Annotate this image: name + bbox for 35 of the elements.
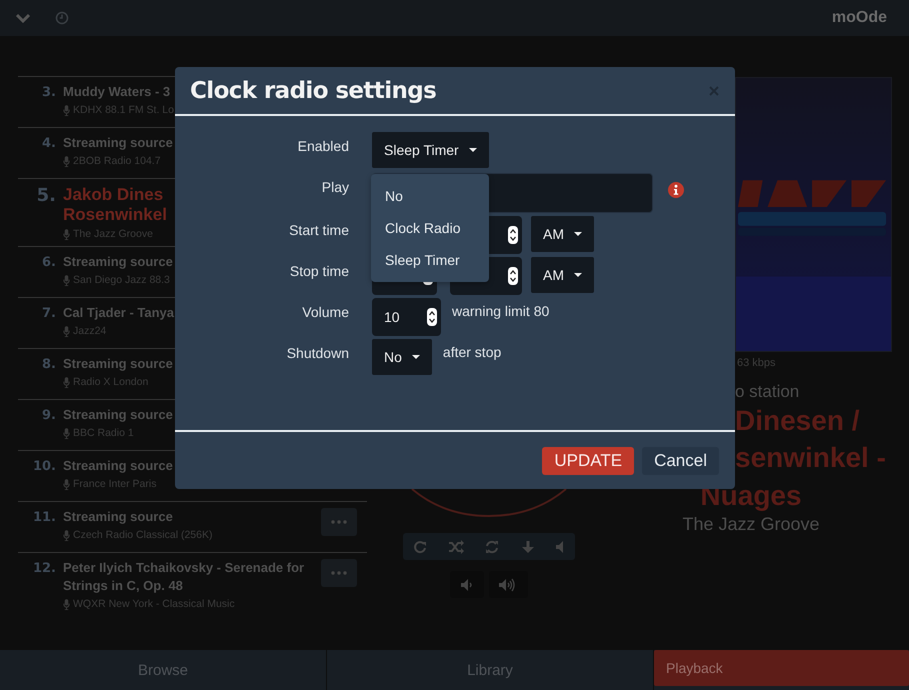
app-logo: moOde	[832, 9, 887, 27]
track-title: Streaming source	[63, 134, 173, 152]
track-number: 11.	[32, 509, 57, 525]
track-number: 5.	[36, 185, 57, 206]
track-number: 6.	[41, 254, 57, 270]
track-title: Streaming source	[63, 253, 173, 271]
field-label: Play	[320, 178, 349, 197]
track-number: 3.	[41, 84, 57, 100]
hint-text: warning limit 80	[452, 302, 550, 319]
field-label: Stop time	[288, 262, 349, 281]
field-label: Enabled	[296, 137, 349, 156]
field-label: Volume	[301, 303, 349, 322]
song-title: senwinkel -	[735, 441, 887, 475]
track-title: Jakob Dines Rosenwinkel	[63, 185, 168, 225]
dialog-title: Clock radio settings	[190, 78, 436, 104]
track-title: Cal Tjader - Tanya	[63, 304, 174, 322]
track-title: Streaming source	[63, 457, 173, 475]
track-title: Streaming source	[63, 406, 173, 424]
track-number: 10.	[32, 458, 57, 474]
field-label: Start time	[288, 221, 349, 240]
station-name: The Jazz Groove	[682, 514, 820, 535]
source-text: o station	[735, 382, 800, 402]
song-title: Dinesen /	[735, 404, 860, 438]
track-number: 8.	[41, 356, 57, 372]
track-title: Peter Ilyich Tchaikovsky - Serenade for Strings in C, Op. 48	[63, 559, 306, 595]
track-title: Streaming source	[63, 508, 173, 526]
track-number: 12.	[32, 560, 57, 576]
track-number: 7.	[41, 305, 57, 321]
hint-text: after stop	[442, 343, 502, 360]
track-title: Streaming source	[63, 355, 173, 373]
track-title: Muddy Waters - 3	[63, 83, 170, 101]
field-label: Shutdown	[286, 344, 349, 363]
track-number: 4.	[41, 135, 57, 151]
song-title: Nuages	[700, 480, 802, 512]
track-number: 9.	[41, 407, 57, 423]
